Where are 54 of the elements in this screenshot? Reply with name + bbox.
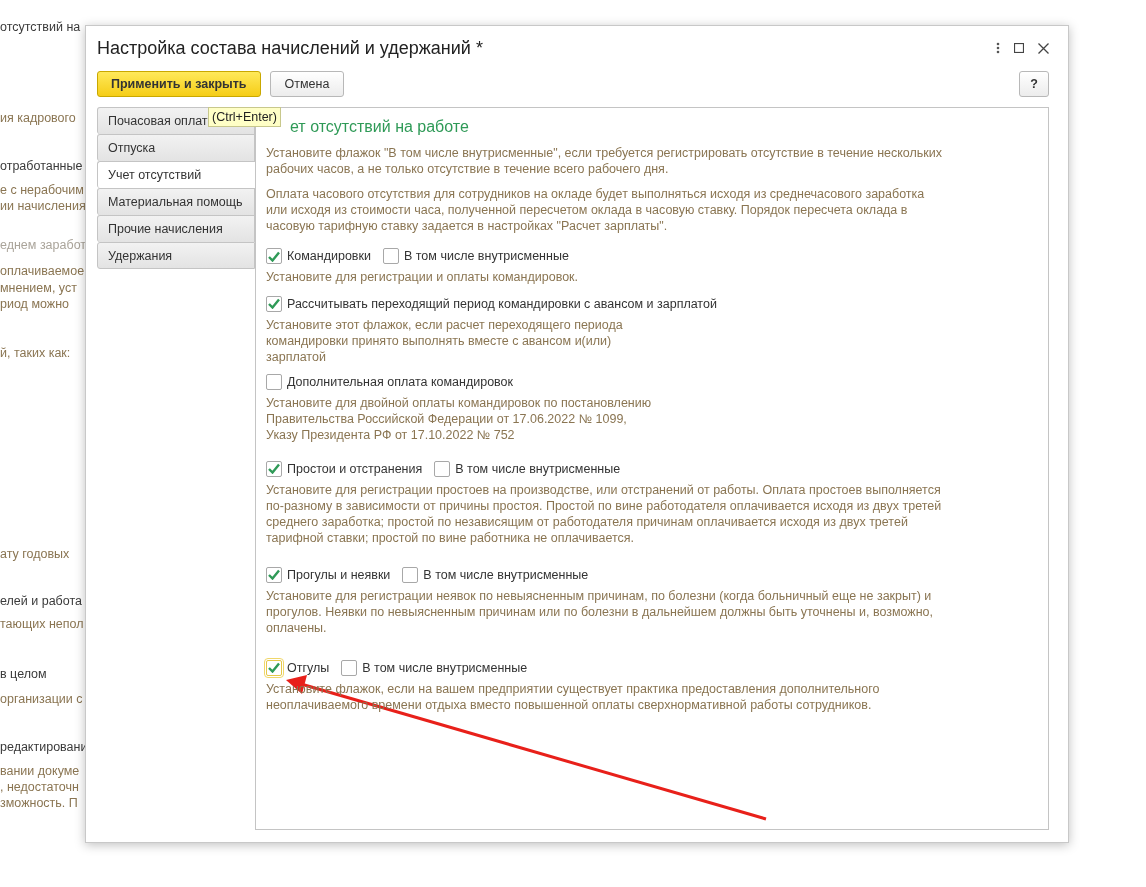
intro-paragraph: Оплата часового отсутствия для сотрудников на окладе будет выполняться исходя из среднечасового заработка или исходя из стоимости часа, полученной пересчетом оклада в часовую ставку. Порядок пересчета оклада в часовую тарифную ставку задается в настройках "Расчет зарплаты". [266,185,926,235]
checkmark-icon [268,569,280,581]
checkbox[interactable]: В том числе внутрисменные [402,566,589,583]
checkmark-icon [268,251,280,262]
background-text: вании докуме [0,763,80,779]
checkbox[interactable]: Рассчитывать переходящий период командировки с авансом и зарплатой [266,295,717,312]
background-text: оплачиваемое [0,263,85,279]
tab[interactable]: Удержания [97,242,255,269]
background-text: тающих непол [0,616,84,632]
checkbox[interactable]: Отгулы [266,659,330,676]
window-title: Настройка состава начислений и удержаний * [97,37,484,59]
more-icon[interactable] [996,42,1000,54]
background-text: ия кадрового [0,110,76,126]
background-text: ату годовых [0,546,70,562]
shortcut-tooltip: (Ctrl+Enter) [208,107,281,127]
apply-and-close-button[interactable]: Применить и закрыть [97,71,261,97]
option-description: Установите для регистрации и оплаты командировок. [266,269,580,286]
background-text: еднем заработ [0,237,87,253]
background-text: риод можно [0,296,69,312]
checkbox[interactable]: В том числе внутрисменные [434,460,621,477]
close-icon[interactable] [1038,42,1049,54]
tab[interactable]: Учет отсутствий [97,161,255,188]
maximize-icon[interactable] [1014,43,1024,53]
background-text: й, таких как: [0,345,71,361]
background-text: елей и работа [0,593,82,609]
tab[interactable]: Материальная помощь [97,188,255,215]
background-text: ии начисления [0,198,86,214]
option-description: Установите этот флажок, если расчет переходящего периода командировки принято выполнять вместе с авансом и(или) зарплатой [266,316,624,366]
checkbox[interactable]: Прогулы и неявки [266,566,391,583]
help-button[interactable]: ? [1019,71,1049,97]
background-text: организации с [0,691,83,707]
tab[interactable]: Прочие начисления [97,215,255,242]
intro-paragraph: Установите флажок "В том числе внутрисменные", если требуется регистрировать отсутствие в течение нескольких рабочих часов, а не только отсутствие в течение всего рабочего дня. [266,145,944,178]
background-text: , недостаточн [0,779,79,795]
checkbox[interactable]: В том числе внутрисменные [382,248,569,265]
option-description: Установите для регистрации простоев на производстве, или отстранений от работы. Оплата простоев выполняется по-разному в зависимости от причины простоя. Простой по вине работодателя оплачивается исходя из двух третей среднего заработка; простой по независящим от работодателя причинам оплачивается исходя из двух третей тарифной ставки; простой по вине работника не оплачивается. [266,481,943,547]
background-text: е с нерабочим [0,182,84,198]
option-description: Установите для двойной оплаты командировок по постановлению Правительства Российской Федерации от 17.06.2022 № 1099, Указу Президента РФ от 17.10.2022 № 752 [266,394,653,444]
checkbox[interactable]: Дополнительная оплата командировок [266,373,514,390]
checkbox[interactable]: Простои и отстранения [266,460,423,477]
checkbox[interactable]: В том числе внутрисменные [341,659,528,676]
checkmark-icon [268,298,280,310]
background-text: отсутствий на [0,19,81,35]
background-text: в целом [0,666,47,682]
background-text: мнением, уст [0,280,77,296]
checkmark-icon [268,463,280,475]
background-text: зможность. П [0,795,78,811]
tab[interactable]: Отпуска [97,134,255,161]
option-description: Установите для регистрации неявок по невыясненным причинам, по болезни (когда больничный еще не закрыт) и прогулов. Неявки по невыясненным причинам или по болезни в дальнейшем должны быть уточнены и, возможно, оплачены. [266,587,935,637]
checkbox[interactable]: Командировки [266,248,371,265]
checkmark-icon [268,662,280,674]
cancel-button[interactable]: Отмена [269,71,345,97]
background-text: редактировани [0,739,88,755]
background-text: отработанные [0,158,83,174]
